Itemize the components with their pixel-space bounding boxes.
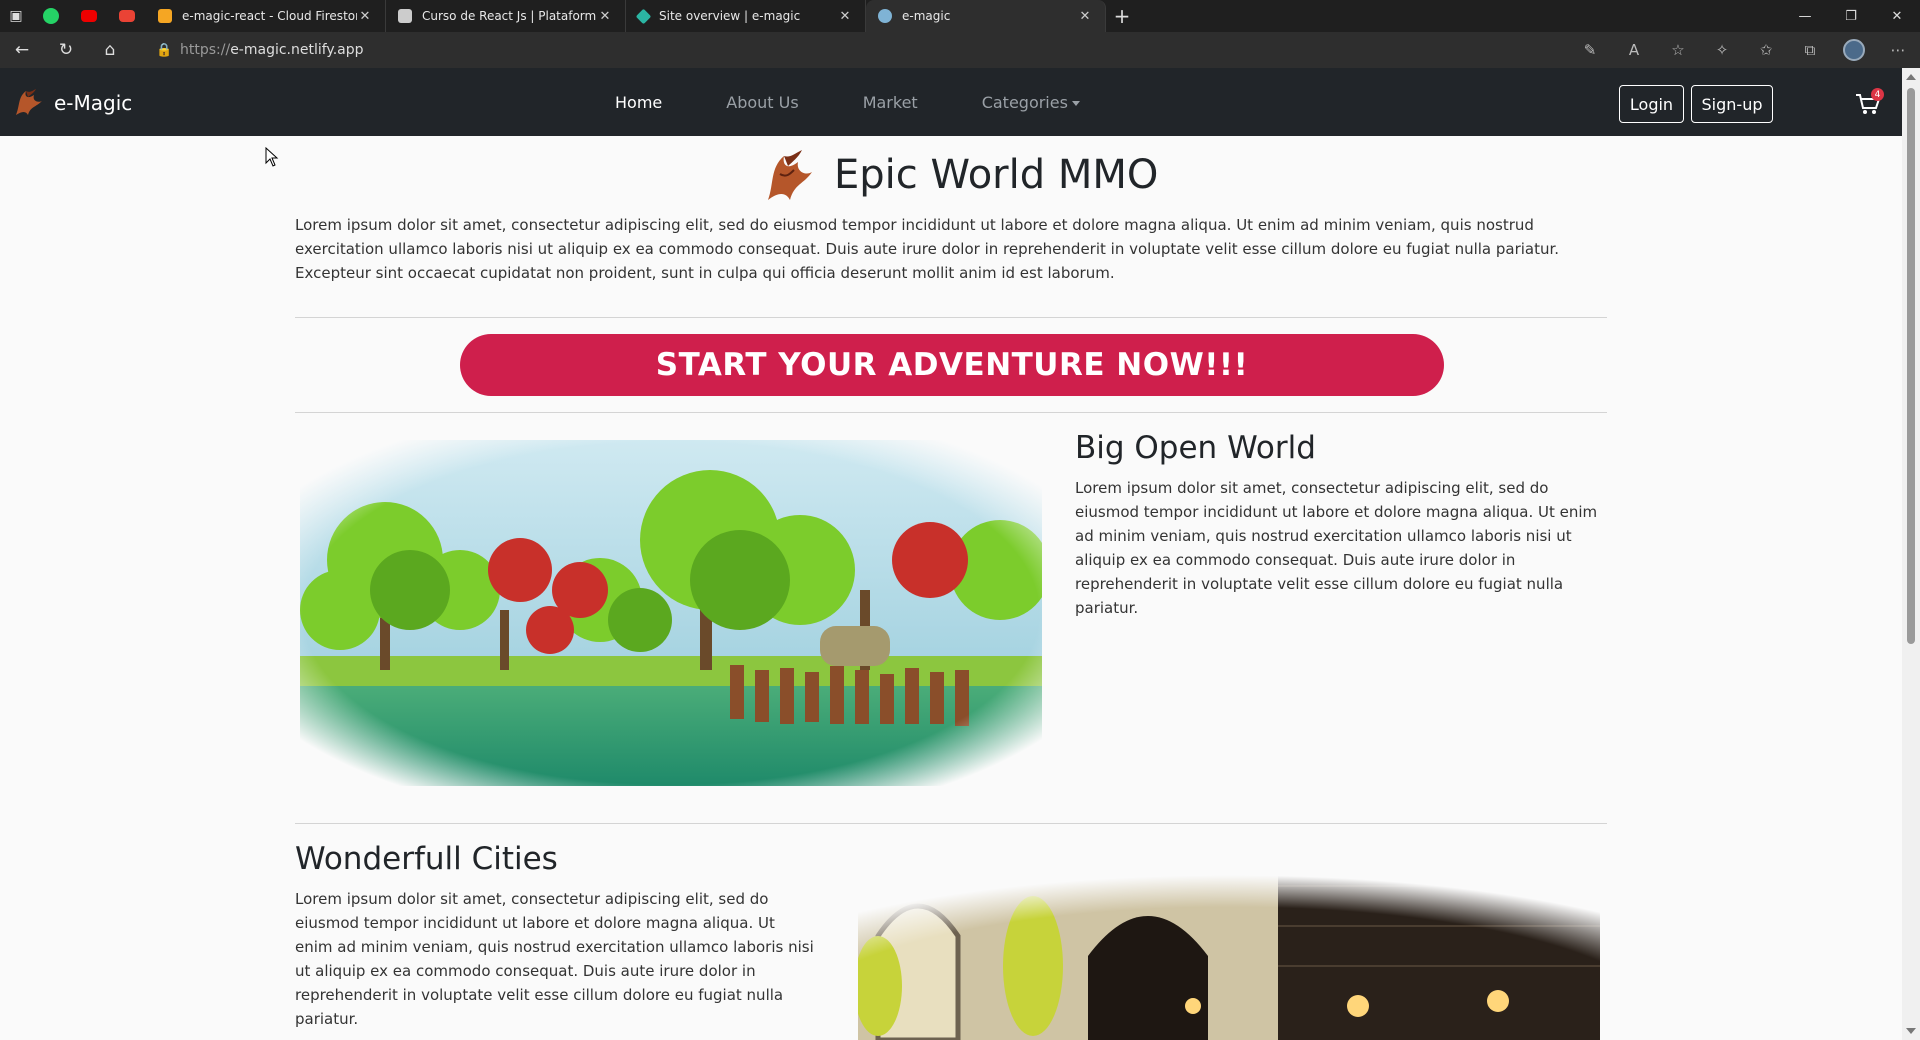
address-bar[interactable]: 🔒 https://e-magic.netlify.app — [156, 36, 1596, 64]
start-adventure-button[interactable]: START YOUR ADVENTURE NOW!!! — [460, 334, 1444, 396]
nav-home[interactable]: Home — [615, 93, 662, 112]
close-icon[interactable]: ✕ — [597, 9, 613, 24]
nav-about-us[interactable]: About Us — [726, 93, 798, 112]
new-tab-button[interactable]: + — [1106, 0, 1138, 32]
collections-icon[interactable]: ⧉ — [1788, 32, 1832, 68]
read-aloud-icon[interactable]: A — [1612, 32, 1656, 68]
firebase-flame-icon — [158, 9, 172, 23]
forest-lake-illustration — [300, 440, 1042, 786]
scroll-up-icon[interactable] — [1906, 74, 1916, 80]
globe-icon — [878, 9, 892, 23]
lock-icon[interactable]: 🔒 — [156, 43, 180, 58]
login-button[interactable]: Login — [1619, 85, 1684, 123]
minimize-icon[interactable]: — — [1782, 0, 1828, 32]
city-arches-illustration — [858, 846, 1600, 1040]
feature-heading: Wonderfull Cities — [295, 841, 558, 877]
signup-button[interactable]: Sign-up — [1691, 85, 1773, 123]
close-icon[interactable]: ✕ — [357, 9, 373, 24]
feature-description: Lorem ipsum dolor sit amet, consectetur … — [1075, 479, 1598, 617]
pinned-tab-youtube[interactable] — [70, 0, 108, 32]
open-world-image — [300, 440, 1042, 786]
netlify-diamond-icon — [635, 8, 652, 24]
course-site-icon — [398, 9, 412, 23]
whatsapp-icon — [43, 8, 59, 24]
avatar — [1843, 39, 1865, 61]
close-window-icon[interactable]: ✕ — [1874, 0, 1920, 32]
home-icon[interactable]: ⌂ — [88, 32, 132, 68]
tab-title: e-magic-react - Cloud Firestore — [182, 9, 357, 23]
browser-tab[interactable]: Site overview | e-magic ✕ — [626, 0, 866, 32]
scroll-down-icon[interactable] — [1906, 1028, 1916, 1034]
hero-description: Lorem ipsum dolor sit amet, consectetur … — [295, 216, 1560, 282]
divider — [295, 823, 1607, 824]
url-host: e-magic.netlify.app — [230, 42, 364, 58]
dragon-logo-icon — [16, 89, 42, 115]
tab-title: Site overview | e-magic — [659, 9, 801, 23]
extensions-icon[interactable]: ✧ — [1700, 32, 1744, 68]
site-navbar: e-Magic Home About Us Market Categories … — [0, 68, 1902, 136]
pinned-tab-whatsapp[interactable] — [32, 0, 70, 32]
nav-links: Home About Us Market Categories — [615, 68, 1144, 136]
cart-count-badge: 4 — [1871, 88, 1884, 101]
tab-title: e-magic — [902, 9, 951, 23]
url-protocol: https:// — [180, 42, 231, 58]
browser-tab[interactable]: e-magic-react - Cloud Firestore ✕ — [146, 0, 386, 32]
divider — [295, 317, 1607, 318]
more-menu-icon[interactable]: ⋯ — [1876, 32, 1920, 68]
dragon-logo-icon — [768, 150, 812, 200]
browser-toolbar-icons: ✎ A ☆ ✧ ✩ ⧉ ⋯ — [1568, 32, 1920, 68]
browser-tab[interactable]: Curso de React Js | Plataforma el ✕ — [386, 0, 626, 32]
feature-description: Lorem ipsum dolor sit amet, consectetur … — [295, 890, 814, 1028]
gmail-icon — [119, 10, 135, 22]
nav-categories-label: Categories — [981, 92, 1068, 112]
mouse-cursor-icon — [265, 147, 279, 167]
restore-icon[interactable]: ❐ — [1828, 0, 1874, 32]
pen-icon[interactable]: ✎ — [1568, 32, 1612, 68]
divider — [295, 412, 1607, 413]
feature-heading: Big Open World — [1075, 430, 1316, 466]
close-icon[interactable]: ✕ — [837, 9, 853, 24]
scrollbar-thumb[interactable] — [1907, 88, 1915, 644]
back-icon[interactable]: ← — [0, 32, 44, 68]
youtube-icon — [81, 10, 97, 22]
nav-categories-dropdown[interactable]: Categories — [982, 93, 1080, 112]
window-controls: — ❐ ✕ — [1782, 0, 1920, 32]
pinned-tab-gmail[interactable] — [108, 0, 146, 32]
add-favorite-icon[interactable]: ☆ — [1656, 32, 1700, 68]
favorites-icon[interactable]: ✩ — [1744, 32, 1788, 68]
close-icon[interactable]: ✕ — [1077, 9, 1093, 24]
profile-avatar[interactable] — [1832, 32, 1876, 68]
browser-tab-bar: ▣ e-magic-react - Cloud Firestore ✕ Curs… — [0, 0, 1920, 32]
caret-down-icon — [1071, 100, 1080, 106]
browser-tab-active[interactable]: e-magic ✕ — [866, 0, 1106, 32]
reload-icon[interactable]: ↻ — [44, 32, 88, 68]
brand-link[interactable]: e-Magic — [10, 85, 132, 121]
tab-title: Curso de React Js | Plataforma el — [422, 9, 597, 23]
city-image — [858, 846, 1600, 1040]
hero-heading: Epic World MMO — [760, 144, 1158, 206]
brand-name: e-Magic — [54, 91, 133, 115]
page-title: Epic World MMO — [834, 152, 1159, 198]
nav-market[interactable]: Market — [863, 93, 918, 112]
tab-actions-icon[interactable]: ▣ — [0, 0, 32, 32]
page-scrollbar[interactable] — [1902, 68, 1920, 1040]
browser-toolbar: ← ↻ ⌂ 🔒 https://e-magic.netlify.app ✎ A … — [0, 32, 1920, 68]
page-content: Epic World MMO Lorem ipsum dolor sit ame… — [0, 136, 1902, 1040]
